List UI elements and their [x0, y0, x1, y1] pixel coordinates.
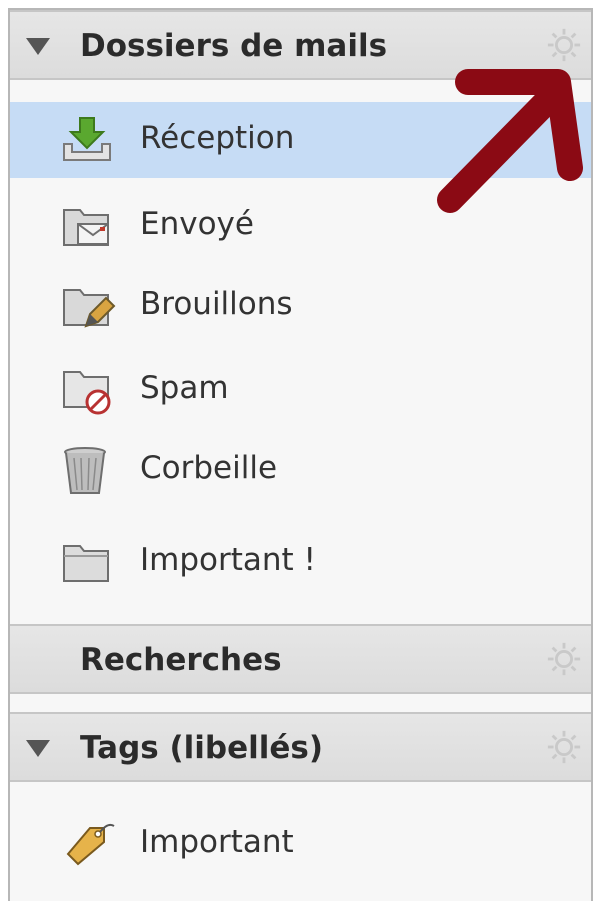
- folder-icon: [63, 545, 109, 582]
- folder-label: Important !: [140, 542, 316, 578]
- section-header-tags[interactable]: Tags (libellés): [10, 712, 591, 782]
- drafts-folder-icon: [63, 289, 116, 328]
- folder-label: Brouillons: [140, 286, 293, 322]
- tag-label: Important: [140, 824, 294, 860]
- folder-label: Spam: [140, 370, 229, 406]
- folder-item-trash[interactable]: Corbeille: [10, 432, 591, 508]
- folder-label: Réception: [140, 120, 295, 156]
- section-title-searches: Recherches: [80, 642, 282, 678]
- folder-item-spam[interactable]: Spam: [10, 352, 591, 428]
- tag-icon: [66, 823, 115, 866]
- folder-label: Envoyé: [140, 206, 254, 242]
- spam-folder-icon: [63, 371, 111, 415]
- tag-item-important[interactable]: Important: [10, 806, 591, 882]
- folder-label: Corbeille: [140, 450, 278, 486]
- annotation-arrow-icon: [437, 69, 583, 213]
- section-header-searches[interactable]: Recherches: [10, 624, 591, 694]
- gear-icon[interactable]: [545, 640, 583, 678]
- section-title-folders: Dossiers de mails: [80, 28, 388, 64]
- folder-item-drafts[interactable]: Brouillons: [10, 268, 591, 344]
- sent-folder-icon: [63, 209, 109, 246]
- trash-icon: [64, 447, 106, 494]
- inbox-icon: [63, 117, 111, 161]
- collapse-chevron-icon[interactable]: [26, 38, 50, 55]
- collapse-chevron-icon[interactable]: [26, 740, 50, 757]
- gear-icon[interactable]: [545, 728, 583, 766]
- folder-item-important[interactable]: Important !: [10, 524, 591, 600]
- section-title-tags: Tags (libellés): [80, 730, 324, 766]
